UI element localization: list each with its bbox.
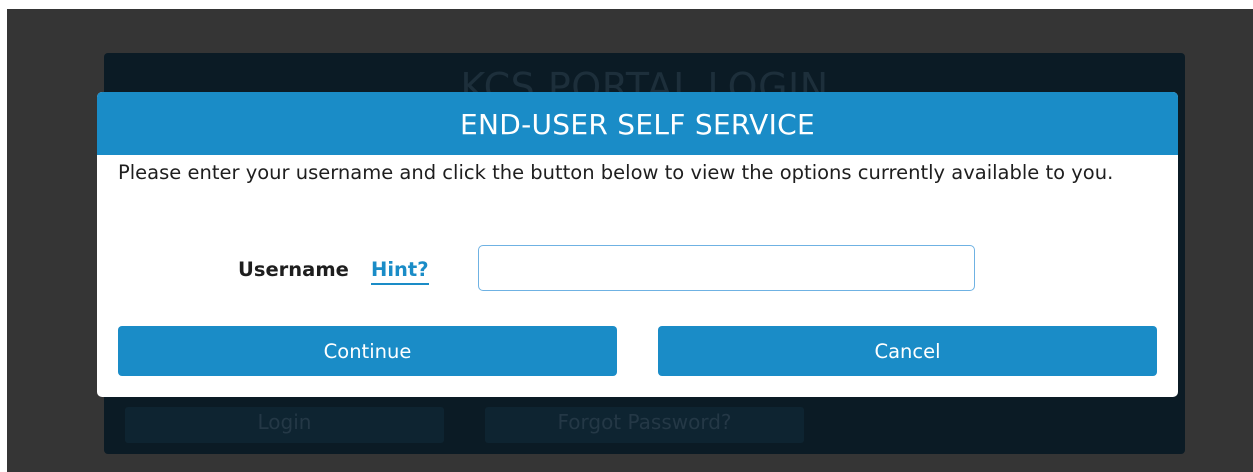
username-input[interactable] [478,245,975,291]
cancel-button[interactable]: Cancel [658,326,1157,376]
background-forgot-password-button: Forgot Password? [485,407,804,443]
self-service-dialog: END-USER SELF SERVICE Please enter your … [97,92,1178,397]
username-label: Username [238,258,349,281]
hint-link[interactable]: Hint? [371,258,429,285]
dialog-message: Please enter your username and click the… [118,161,1114,184]
continue-button[interactable]: Continue [118,326,617,376]
background-login-button: Login [125,407,444,443]
dialog-title: END-USER SELF SERVICE [97,92,1178,155]
